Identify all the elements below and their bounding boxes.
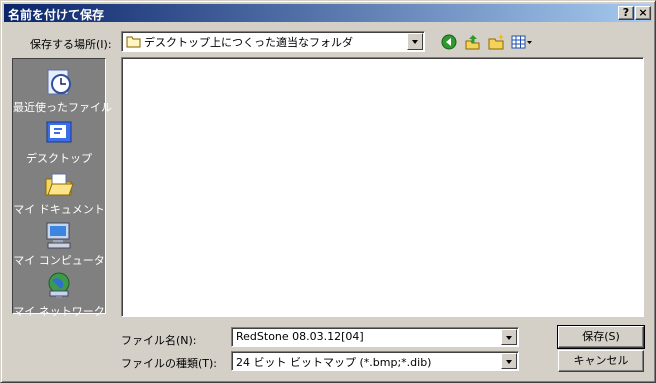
- filename-combo[interactable]: RedStone 08.03.12[04]: [231, 327, 519, 347]
- save-in-combo[interactable]: デスクトップ上につくった適当なフォルダ: [121, 31, 425, 52]
- up-folder-icon[interactable]: [464, 33, 482, 51]
- my-network-icon: [48, 272, 70, 299]
- place-label: マイ ドキュメント: [13, 203, 105, 216]
- recent-clock-icon: [47, 69, 71, 95]
- place-label: マイ ネットワーク: [13, 305, 105, 318]
- save-button[interactable]: 保存(S): [557, 325, 645, 349]
- folder-icon: [126, 36, 141, 48]
- window-title: 名前を付けて保存: [8, 8, 105, 22]
- new-folder-icon[interactable]: [488, 33, 506, 51]
- title-bar[interactable]: 名前を付けて保存 ? ×: [4, 4, 652, 22]
- place-desktop[interactable]: デスクトップ: [13, 116, 105, 166]
- place-recent[interactable]: 最近使ったファイル: [13, 65, 112, 115]
- places-bar: 最近使ったファイル デスクトップ マイ ドキュメント マイ コンピュータ マイ …: [12, 58, 112, 318]
- filetype-combo[interactable]: 24 ビット ビットマップ (*.bmp;*.dib): [231, 351, 519, 371]
- filetype-value: 24 ビット ビットマップ (*.bmp;*.dib): [236, 356, 432, 369]
- place-label: デスクトップ: [26, 152, 92, 165]
- save-as-dialog: 名前を付けて保存 ? × 保存する場所(I): デスクトップ上につくった適当なフ…: [0, 0, 656, 383]
- close-button[interactable]: ×: [635, 6, 651, 20]
- place-label: マイ コンピュータ: [13, 254, 105, 267]
- cancel-button[interactable]: キャンセル: [558, 350, 644, 372]
- save-in-dropdown-button[interactable]: [407, 33, 423, 50]
- place-label: 最近使ったファイル: [13, 101, 112, 114]
- place-my-computer[interactable]: マイ コンピュータ: [13, 218, 105, 268]
- filetype-label: ファイルの種類(T):: [121, 357, 218, 370]
- view-menu-icon[interactable]: [511, 33, 533, 51]
- place-my-documents[interactable]: マイ ドキュメント: [13, 167, 105, 217]
- file-list[interactable]: [121, 57, 644, 317]
- filename-label: ファイル名(N):: [121, 334, 197, 347]
- help-button[interactable]: ?: [618, 6, 634, 20]
- my-computer-icon: [46, 222, 71, 249]
- save-in-value: デスクトップ上につくった適当なフォルダ: [144, 36, 353, 49]
- filename-dropdown-button[interactable]: [501, 329, 517, 345]
- filename-input[interactable]: RedStone 08.03.12[04]: [236, 330, 364, 343]
- back-icon[interactable]: [440, 33, 458, 51]
- filetype-dropdown-button[interactable]: [501, 353, 517, 369]
- save-in-label: 保存する場所(I):: [30, 38, 112, 51]
- desktop-icon: [46, 121, 72, 143]
- place-my-network[interactable]: マイ ネットワーク: [13, 269, 105, 319]
- my-documents-icon: [45, 173, 74, 196]
